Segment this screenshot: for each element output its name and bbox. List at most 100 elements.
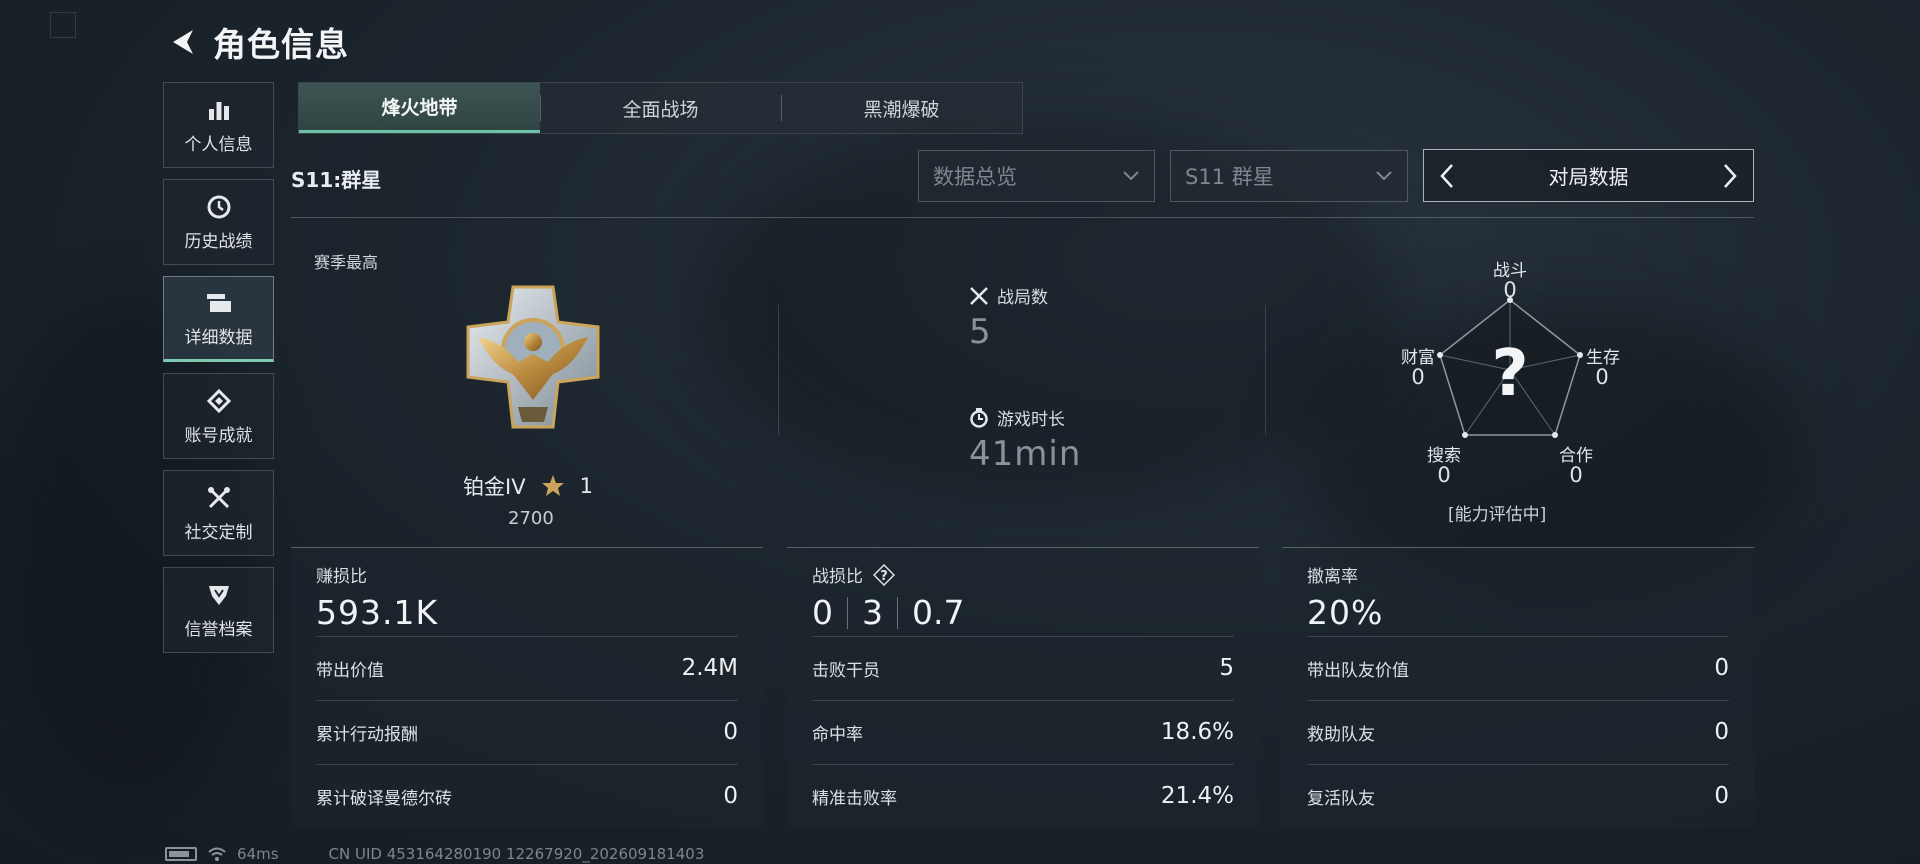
stat-row: 复活队友 0 xyxy=(1307,764,1729,827)
extract-value: 20% xyxy=(1307,593,1384,632)
cards-icon xyxy=(205,289,233,317)
stat-row-label: 命中率 xyxy=(812,724,863,745)
tab-mode-3[interactable]: 黑潮爆破 xyxy=(781,83,1022,133)
status-footer: 64ms CN UID 453164280190 12267920_202609… xyxy=(165,845,704,863)
matches-value: 5 xyxy=(969,312,992,352)
shield-icon xyxy=(205,581,233,609)
tab-mode-2[interactable]: 全面战场 xyxy=(540,83,781,133)
stat-row-value: 0 xyxy=(723,783,738,809)
wifi-icon xyxy=(208,847,226,861)
combat-card: 战损比 ? 0 3 0.7 击败干员 5 命中率 18.6% 精准击败率 21.… xyxy=(787,547,1259,827)
stat-row-label: 累计行动报酬 xyxy=(316,724,418,745)
ratio-kd: 0.7 xyxy=(912,593,965,632)
ratio-divider xyxy=(847,596,848,629)
ratio-kills: 0 xyxy=(812,593,833,632)
data-type-select-value: 数据总览 xyxy=(933,165,1017,189)
sidebar-item-label: 信誉档案 xyxy=(184,619,253,640)
achievement-icon xyxy=(205,387,233,415)
rank-name-row: 铂金IV 1 xyxy=(463,471,593,501)
stat-row-value: 2.4M xyxy=(681,655,738,681)
stat-row: 累计破译曼德尔砖 0 xyxy=(316,764,738,827)
stat-row: 带出队友价值 0 xyxy=(1307,636,1729,699)
mode-tabs: 烽火地带 全面战场 黑潮爆破 xyxy=(298,82,1023,134)
stopwatch-icon xyxy=(970,407,988,428)
stats-view-label: 对局数据 xyxy=(1548,165,1629,189)
prev-view-button[interactable] xyxy=(1434,159,1460,193)
crossed-swords-icon xyxy=(970,286,988,305)
rank-points: 2700 xyxy=(508,508,554,529)
column-divider xyxy=(1265,305,1266,435)
stat-row-label: 救助队友 xyxy=(1307,724,1375,745)
rank-name: 铂金IV xyxy=(463,475,526,499)
tools-icon xyxy=(205,484,233,512)
stat-row-value: 21.4% xyxy=(1160,783,1234,809)
sidebar-item-label: 历史战绩 xyxy=(184,231,253,252)
stat-row-label: 复活队友 xyxy=(1307,788,1375,809)
radar-status-note: [能力评估中] xyxy=(1448,505,1547,525)
stat-row: 击败干员 5 xyxy=(812,636,1234,699)
radar-center-mark: ? xyxy=(1491,337,1528,411)
sidebar-item-label: 社交定制 xyxy=(184,522,253,543)
stat-row: 命中率 18.6% xyxy=(812,700,1234,763)
stat-row-label: 带出队友价值 xyxy=(1307,660,1409,681)
chevron-down-icon xyxy=(1376,171,1392,181)
combat-ratio: 0 3 0.7 xyxy=(812,593,964,632)
stat-row: 带出价值 2.4M xyxy=(316,636,738,699)
playtime-stat: 游戏时长 41min xyxy=(969,405,1081,474)
bar-chart-icon xyxy=(205,96,233,124)
sidebar: 个人信息 历史战绩 详细数据 账号成就 社交定制 信誉档案 xyxy=(163,82,274,653)
sidebar-item-achievements[interactable]: 账号成就 xyxy=(163,373,274,459)
stat-row-label: 带出价值 xyxy=(316,660,384,681)
back-arrow-icon xyxy=(173,30,193,54)
stat-row-value: 5 xyxy=(1219,655,1234,681)
rank-badge-icon xyxy=(466,285,600,429)
stat-row-value: 0 xyxy=(1714,783,1729,809)
extract-card: 撤离率 20% 带出队友价值 0 救助队友 0 复活队友 0 xyxy=(1282,547,1754,827)
season-best-label: 赛季最高 xyxy=(314,253,379,272)
sidebar-item-label: 详细数据 xyxy=(184,327,253,348)
matches-stat: 战局数 5 xyxy=(969,283,1048,352)
next-view-button[interactable] xyxy=(1717,159,1743,193)
back-button[interactable] xyxy=(165,20,201,64)
radar-value-survival: 0 xyxy=(1595,365,1609,389)
stat-row-value: 0 xyxy=(1714,719,1729,745)
data-type-select[interactable]: 数据总览 xyxy=(918,150,1155,202)
sidebar-item-personal-info[interactable]: 个人信息 xyxy=(163,82,274,168)
stats-view-switcher: 对局数据 xyxy=(1423,149,1754,202)
ratio-deaths: 3 xyxy=(862,593,883,632)
profit-card: 赚损比 593.1K 带出价值 2.4M 累计行动报酬 0 累计破译曼德尔砖 0 xyxy=(291,547,763,827)
sidebar-item-detail-data[interactable]: 详细数据 xyxy=(163,276,274,362)
chevron-down-icon xyxy=(1123,171,1139,181)
chevron-right-icon xyxy=(1724,163,1737,188)
sidebar-item-label: 个人信息 xyxy=(184,134,253,155)
chevron-left-icon xyxy=(1440,163,1453,188)
column-divider xyxy=(778,305,779,435)
sidebar-item-social[interactable]: 社交定制 xyxy=(163,470,274,556)
help-icon[interactable]: ? xyxy=(873,563,895,586)
season-select-value: S11 群星 xyxy=(1185,165,1274,189)
rank-stars: 1 xyxy=(579,474,593,498)
corner-decoration xyxy=(50,12,76,38)
sidebar-item-history[interactable]: 历史战绩 xyxy=(163,179,274,265)
stat-row-value: 18.6% xyxy=(1160,719,1234,745)
season-select[interactable]: S11 群星 xyxy=(1170,150,1408,202)
ratio-divider xyxy=(897,596,898,629)
tab-mode-1[interactable]: 烽火地带 xyxy=(299,83,540,133)
season-label: S11:群星 xyxy=(291,168,382,192)
stat-row-value: 0 xyxy=(723,719,738,745)
stat-row-value: 0 xyxy=(1714,655,1729,681)
profit-title: 赚损比 xyxy=(316,567,367,587)
stat-row-label: 累计破译曼德尔砖 xyxy=(316,788,452,809)
section-divider xyxy=(291,217,1754,218)
stat-row: 累计行动报酬 0 xyxy=(316,700,738,763)
matches-label: 战局数 xyxy=(997,288,1048,308)
sidebar-item-reputation[interactable]: 信誉档案 xyxy=(163,567,274,653)
extract-title: 撤离率 xyxy=(1307,567,1358,587)
profit-value: 593.1K xyxy=(316,593,439,632)
stat-row-label: 精准击败率 xyxy=(812,788,897,809)
star-icon xyxy=(541,475,564,496)
ping-value: 64ms xyxy=(237,845,279,863)
page-title: 角色信息 xyxy=(213,25,349,64)
sidebar-item-label: 账号成就 xyxy=(184,425,253,446)
playtime-value: 41min xyxy=(969,434,1082,474)
